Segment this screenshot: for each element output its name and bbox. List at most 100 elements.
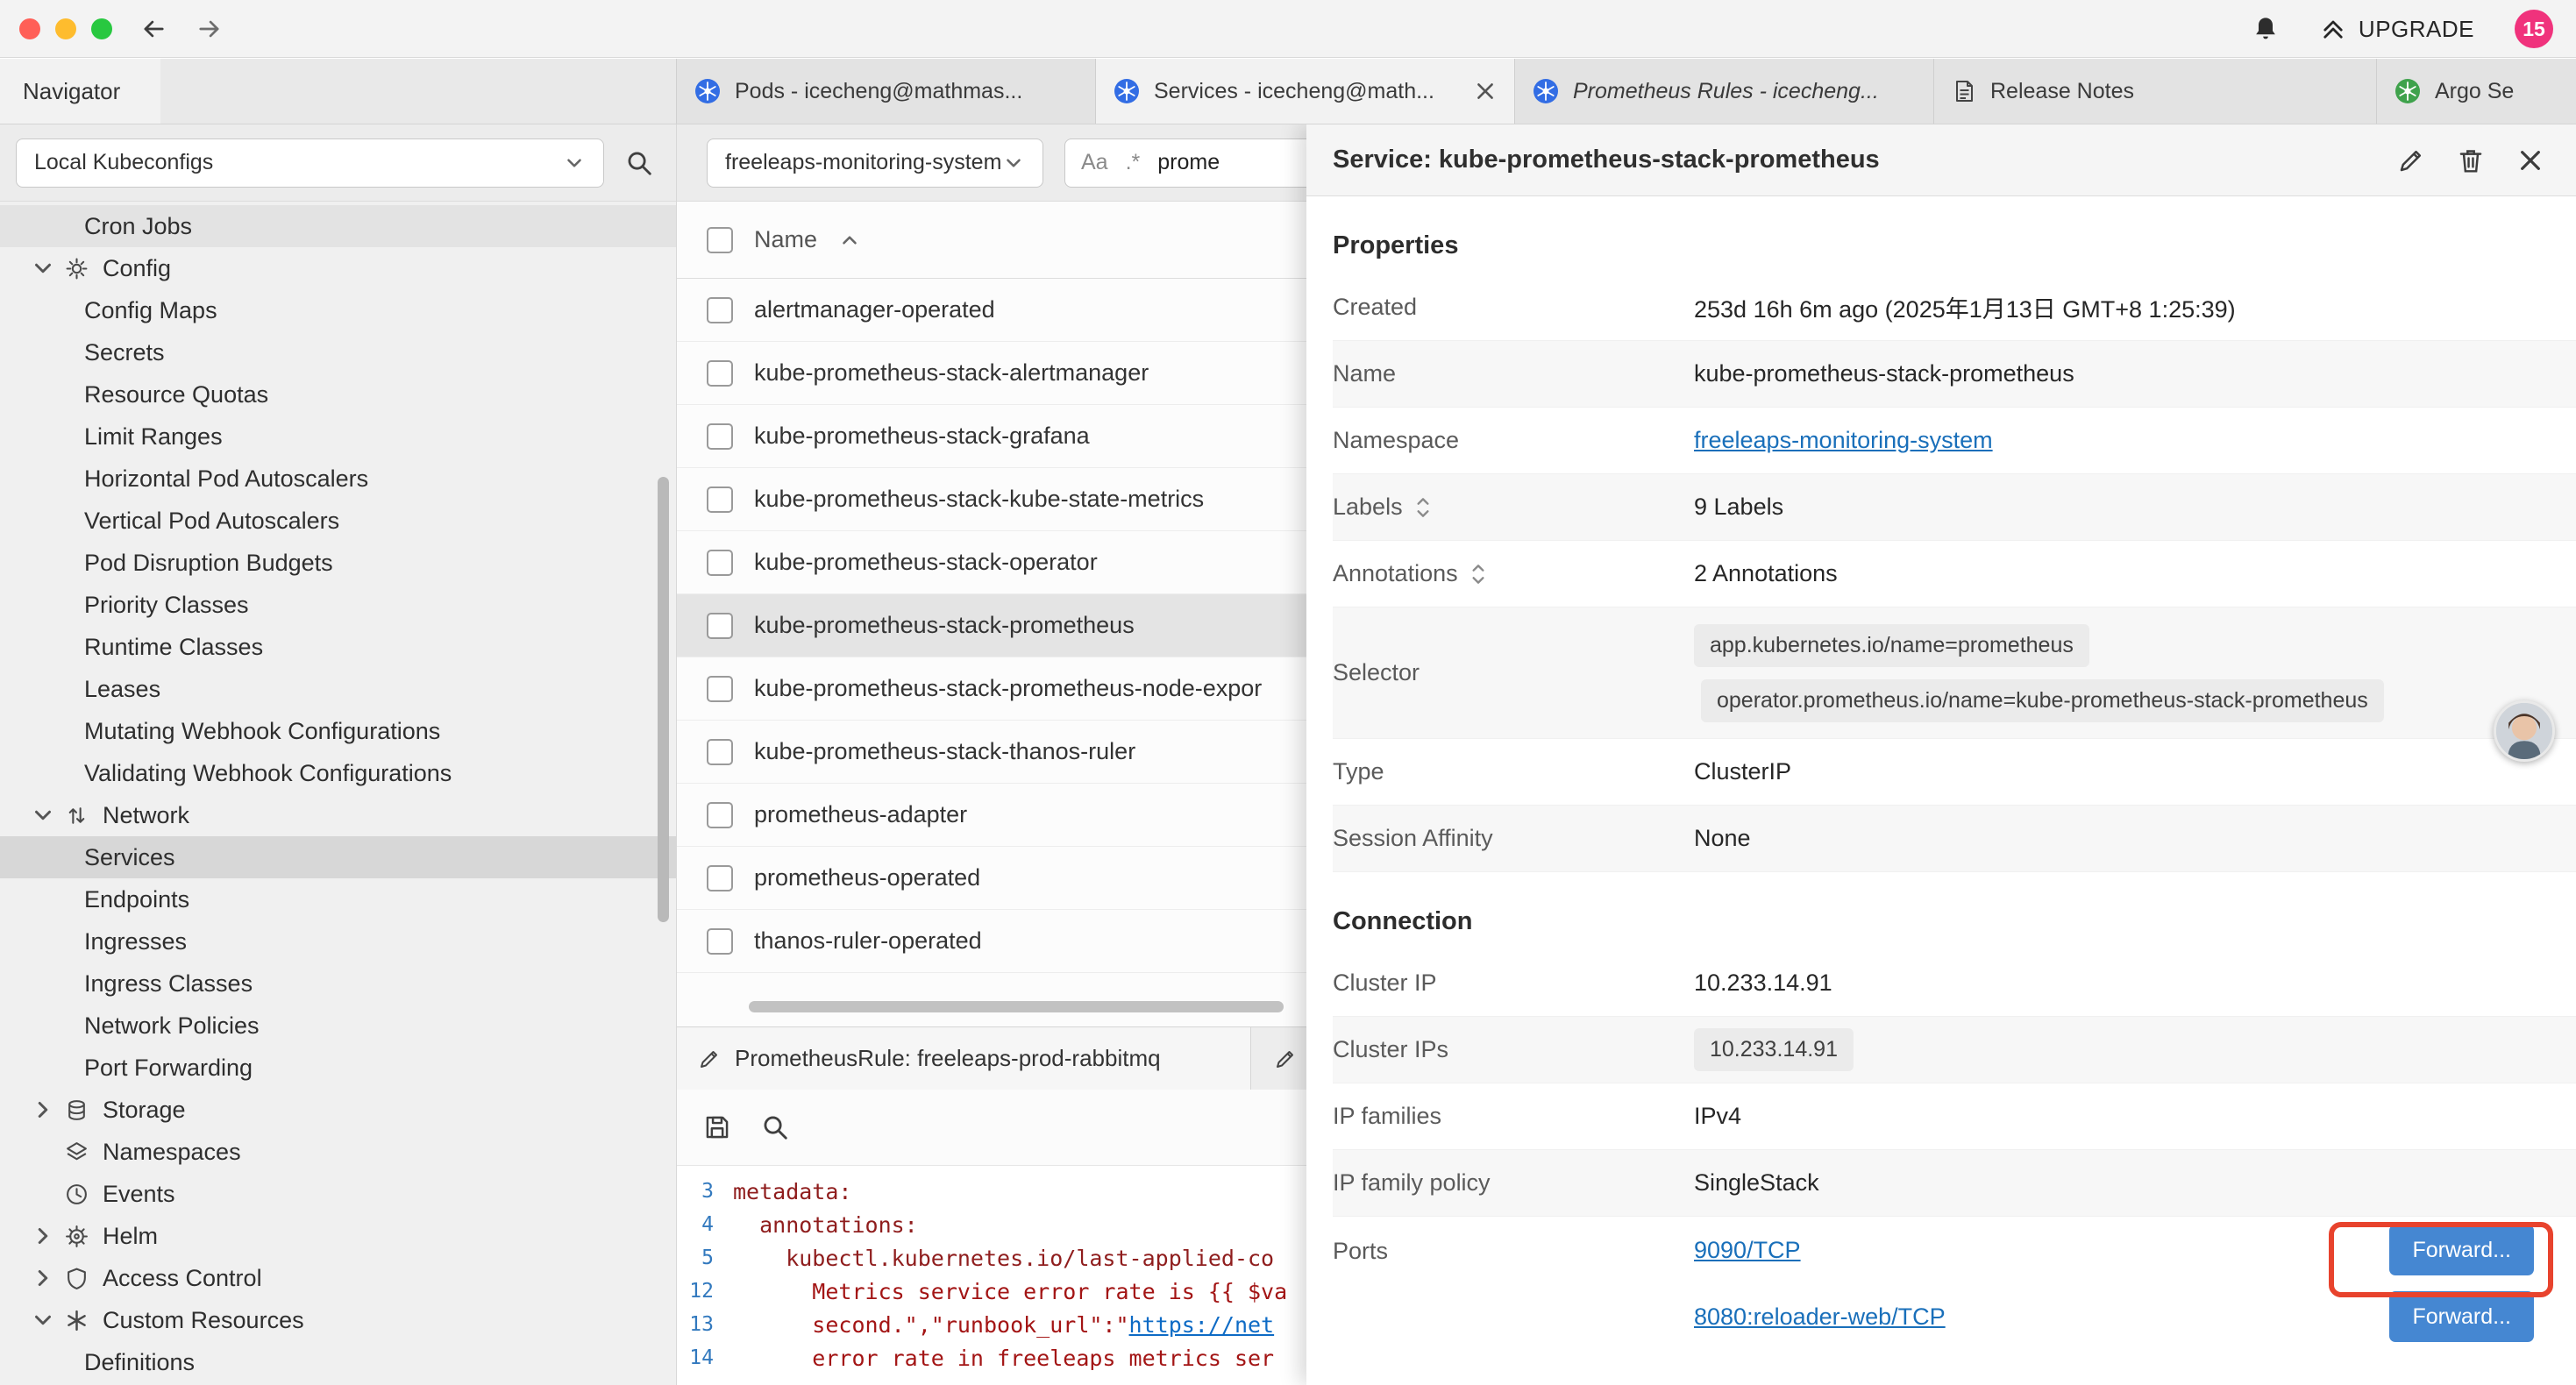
row-checkbox[interactable]	[707, 865, 733, 891]
close-icon[interactable]	[2516, 146, 2544, 174]
horizontal-scrollbar[interactable]	[749, 1001, 1284, 1012]
notification-count-badge[interactable]: 15	[2515, 10, 2553, 48]
edit-pencil-icon[interactable]	[2397, 146, 2425, 174]
sidebar-toolbar: Local Kubeconfigs	[0, 124, 676, 202]
name-column-header[interactable]: Name	[754, 226, 817, 253]
sidebar-item-network[interactable]: Network	[0, 794, 676, 836]
sidebar-item-config-maps[interactable]: Config Maps	[0, 289, 676, 331]
sidebar-item-endpoints[interactable]: Endpoints	[0, 878, 676, 920]
window-close-button[interactable]	[19, 18, 40, 39]
caret-down-icon	[30, 1307, 56, 1333]
sidebar-item-events[interactable]: Events	[0, 1173, 676, 1215]
sidebar-scrollbar[interactable]	[658, 477, 669, 922]
sidebar-item-leases[interactable]: Leases	[0, 668, 676, 710]
code-line: annotations:	[733, 1212, 918, 1238]
forward-button[interactable]	[195, 14, 224, 44]
labels-expand-icon[interactable]	[1413, 494, 1433, 521]
traffic-lights	[19, 18, 112, 39]
window-minimize-button[interactable]	[55, 18, 76, 39]
port-link-9090[interactable]: 9090/TCP	[1694, 1237, 1801, 1264]
row-checkbox[interactable]	[707, 802, 733, 828]
sidebar-item-services[interactable]: Services	[0, 836, 676, 878]
window-titlebar: UPGRADE 15	[0, 0, 2576, 58]
sidebar-item-pod-disruption-budgets[interactable]: Pod Disruption Budgets	[0, 542, 676, 584]
drawer-row-created: Created 253d 16h 6m ago (2025年1月13日 GMT+…	[1333, 274, 2576, 341]
row-checkbox[interactable]	[707, 550, 733, 576]
row-checkbox[interactable]	[707, 928, 733, 955]
events-clock-icon	[65, 1183, 89, 1206]
delete-trash-icon[interactable]	[2457, 146, 2485, 174]
sidebar-item-custom-resources[interactable]: Custom Resources	[0, 1299, 676, 1341]
window-zoom-button[interactable]	[91, 18, 112, 39]
sidebar-item-storage[interactable]: Storage	[0, 1089, 676, 1131]
sidebar-item-priority-classes[interactable]: Priority Classes	[0, 584, 676, 626]
notifications-bell-icon[interactable]	[2252, 15, 2280, 43]
tab-release-notes[interactable]: Release Notes	[1934, 59, 2377, 124]
drawer-row-ip-family-policy: IP family policy SingleStack	[1333, 1150, 2576, 1217]
sidebar-item-network-policies[interactable]: Network Policies	[0, 1005, 676, 1047]
sidebar-item-cron-jobs[interactable]: Cron Jobs	[0, 205, 676, 247]
editor-search-icon[interactable]	[761, 1113, 789, 1141]
sidebar-item-definitions[interactable]: Definitions	[0, 1341, 676, 1383]
sidebar-item-helm[interactable]: Helm	[0, 1215, 676, 1257]
sidebar-item-config[interactable]: Config	[0, 247, 676, 289]
sidebar-item-runtime-classes[interactable]: Runtime Classes	[0, 626, 676, 668]
search-query-text: prome	[1157, 150, 1220, 175]
upgrade-button[interactable]: UPGRADE	[2320, 16, 2474, 43]
user-avatar[interactable]	[2494, 700, 2555, 762]
sidebar-item-limit-ranges[interactable]: Limit Ranges	[0, 416, 676, 458]
row-checkbox[interactable]	[707, 423, 733, 450]
chevron-down-icon	[1002, 152, 1025, 174]
namespace-link[interactable]: freeleaps-monitoring-system	[1694, 427, 1993, 454]
row-checkbox[interactable]	[707, 360, 733, 387]
sidebar-item-mutating-webhook-configurations[interactable]: Mutating Webhook Configurations	[0, 710, 676, 752]
sidebar-item-ingresses[interactable]: Ingresses	[0, 920, 676, 962]
save-icon[interactable]	[703, 1113, 731, 1141]
editor-tab-prometheusrule[interactable]: PrometheusRule: freeleaps-prod-rabbitmq	[677, 1027, 1251, 1090]
tab-services[interactable]: Services - icecheng@math...	[1096, 59, 1515, 124]
tab-bar: Navigator Pods - icecheng@mathmas... Ser…	[0, 59, 2576, 124]
sidebar-item-validating-webhook-configurations[interactable]: Validating Webhook Configurations	[0, 752, 676, 794]
sidebar-search-icon[interactable]	[625, 149, 653, 177]
caret-right-icon	[30, 1265, 56, 1291]
sidebar-item-secrets[interactable]: Secrets	[0, 331, 676, 373]
regex-toggle[interactable]: .*	[1126, 150, 1141, 175]
navigator-zone: Navigator	[0, 59, 677, 124]
code-line: Metrics service error rate is {{ $va	[733, 1279, 1287, 1304]
tab-close-icon[interactable]	[1474, 80, 1497, 103]
navigator-tab[interactable]: Navigator	[0, 59, 160, 124]
kubernetes-icon	[2395, 78, 2421, 104]
row-checkbox[interactable]	[707, 676, 733, 702]
sidebar-item-horizontal-pod-autoscalers[interactable]: Horizontal Pod Autoscalers	[0, 458, 676, 500]
sidebar-item-access-control[interactable]: Access Control	[0, 1257, 676, 1299]
kubeconfig-select[interactable]: Local Kubeconfigs	[16, 138, 604, 188]
sidebar-item-vertical-pod-autoscalers[interactable]: Vertical Pod Autoscalers	[0, 500, 676, 542]
back-button[interactable]	[139, 14, 168, 44]
row-checkbox[interactable]	[707, 297, 733, 323]
annotations-expand-icon[interactable]	[1469, 561, 1488, 587]
row-checkbox[interactable]	[707, 613, 733, 639]
sort-ascending-icon[interactable]	[838, 229, 861, 252]
drawer-row-cluster-ips: Cluster IPs 10.233.14.91	[1333, 1017, 2576, 1083]
namespace-select[interactable]: freeleaps-monitoring-system	[707, 138, 1043, 188]
chevron-down-icon	[563, 152, 586, 174]
sidebar-item-resource-quotas[interactable]: Resource Quotas	[0, 373, 676, 416]
drawer-row-ports: Ports 9090/TCP Forward... 8080:reloader-…	[1333, 1217, 2576, 1350]
select-all-checkbox[interactable]	[707, 227, 733, 253]
match-case-toggle[interactable]: Aa	[1081, 150, 1108, 175]
tab-argo[interactable]: Argo Se	[2377, 59, 2576, 124]
sidebar-item-port-forwarding[interactable]: Port Forwarding	[0, 1047, 676, 1089]
row-checkbox[interactable]	[707, 739, 733, 765]
tab-pods[interactable]: Pods - icecheng@mathmas...	[677, 59, 1096, 124]
sidebar-item-namespaces[interactable]: Namespaces	[0, 1131, 676, 1173]
port-line: 8080:reloader-web/TCP Forward...	[1694, 1283, 2550, 1350]
port-link-8080[interactable]: 8080:reloader-web/TCP	[1694, 1303, 1946, 1331]
drawer-row-cluster-ip: Cluster IP 10.233.14.91	[1333, 950, 2576, 1017]
sidebar-item-ingress-classes[interactable]: Ingress Classes	[0, 962, 676, 1005]
forward-button[interactable]: Forward...	[2389, 1225, 2534, 1275]
drawer-row-session-affinity: Session Affinity None	[1333, 806, 2576, 872]
tab-prometheus-rules[interactable]: Prometheus Rules - icecheng...	[1515, 59, 1934, 124]
forward-button[interactable]: Forward...	[2389, 1291, 2534, 1342]
port-line: 9090/TCP Forward...	[1694, 1217, 2550, 1283]
row-checkbox[interactable]	[707, 487, 733, 513]
